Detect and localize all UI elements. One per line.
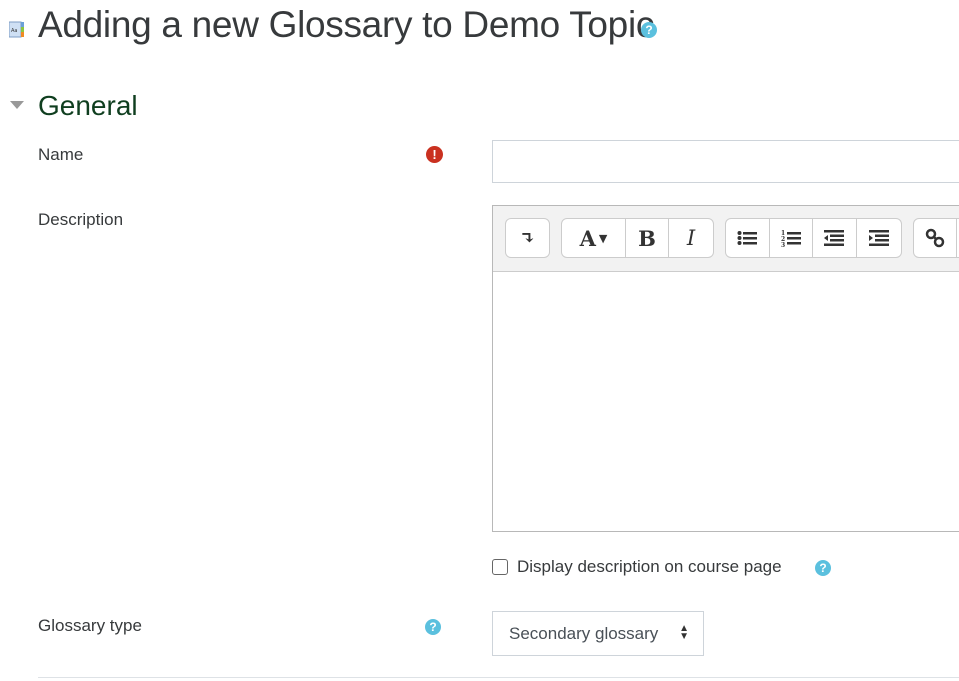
show-more-button[interactable]: ↴	[506, 219, 549, 257]
question-circle-icon[interactable]: ?	[815, 560, 831, 576]
section-title-general[interactable]: General	[38, 90, 138, 122]
outdent-button[interactable]	[813, 219, 857, 257]
description-label: Description	[38, 210, 124, 229]
italic-button[interactable]: I	[669, 219, 713, 257]
question-circle-icon[interactable]: ?	[641, 22, 657, 38]
bold-button[interactable]: B	[626, 219, 669, 257]
name-input[interactable]	[492, 140, 959, 183]
outdent-icon	[824, 230, 845, 246]
display-description-checkbox[interactable]	[492, 559, 508, 575]
svg-text:Aa: Aa	[11, 28, 17, 34]
glossary-type-value: Secondary glossary	[509, 624, 659, 643]
select-arrows-icon: ▲ ▼	[679, 623, 689, 642]
glossary-type-label: Glossary type	[38, 616, 142, 635]
ordered-list-button[interactable]: 123	[770, 219, 813, 257]
editor-toolbar: ↴ A ▼ B I 123	[493, 206, 959, 272]
numbered-list-icon: 123	[781, 230, 801, 247]
link-icon	[925, 228, 945, 248]
caret-down-icon[interactable]	[10, 101, 24, 109]
link-button[interactable]	[914, 219, 957, 257]
indent-icon	[868, 230, 889, 246]
svg-text:3: 3	[781, 242, 785, 247]
question-circle-icon[interactable]: ?	[425, 619, 441, 635]
bullet-list-icon	[737, 231, 758, 245]
description-editor[interactable]: ↴ A ▼ B I 123	[492, 205, 959, 532]
unordered-list-button[interactable]	[726, 219, 770, 257]
indent-button[interactable]	[857, 219, 901, 257]
display-description-label[interactable]: Display description on course page	[517, 557, 782, 577]
page-title: Adding a new Glossary to Demo Topic	[38, 4, 655, 45]
section-divider	[38, 677, 959, 678]
glossary-module-icon: Aa	[9, 21, 24, 38]
font-style-button[interactable]: A ▼	[562, 219, 626, 257]
glossary-type-select[interactable]: Secondary glossary ▲ ▼	[492, 611, 704, 656]
name-label: Name	[38, 145, 84, 164]
exclamation-circle-icon: !	[426, 146, 443, 163]
